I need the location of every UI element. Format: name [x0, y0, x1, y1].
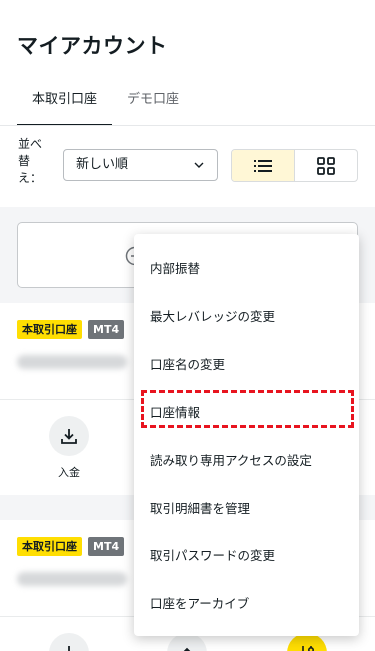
download-icon — [61, 429, 77, 444]
menu-item-rename-account[interactable]: 口座名の変更 — [150, 354, 225, 373]
chevron-down-icon — [194, 162, 204, 168]
tab-real-account[interactable]: 本取引口座 — [17, 88, 113, 126]
sliders-icon — [302, 646, 314, 651]
view-mode-toggle — [231, 149, 358, 182]
account-badges: 本取引口座 MT4 — [17, 320, 125, 339]
platform-badge: MT4 — [88, 537, 125, 556]
menu-item-archive-account[interactable]: 口座をアーカイブ — [150, 593, 249, 612]
tabs-divider — [0, 125, 375, 126]
deposit-action[interactable] — [49, 633, 89, 651]
tab-demo-account[interactable]: デモ口座 — [112, 88, 194, 126]
account-tabs: 本取引口座 デモ口座 — [17, 88, 194, 126]
menu-item-change-trading-password[interactable]: 取引パスワードの変更 — [150, 545, 275, 564]
highlight-annotation — [141, 390, 354, 428]
grid-icon — [317, 156, 335, 175]
account-badges: 本取引口座 MT4 — [17, 537, 125, 556]
deposit-button[interactable] — [49, 416, 89, 456]
account-type-badge: 本取引口座 — [17, 320, 82, 339]
menu-item-change-leverage[interactable]: 最大レバレッジの変更 — [150, 306, 275, 325]
account-number-blurred — [17, 572, 127, 586]
platform-badge: MT4 — [88, 320, 125, 339]
list-view-button[interactable] — [232, 150, 295, 181]
menu-item-read-only-access[interactable]: 読み取り専用アクセスの設定 — [150, 450, 312, 469]
deposit-button[interactable] — [49, 633, 89, 651]
sort-dropdown[interactable]: 新しい順 — [63, 149, 218, 181]
account-type-badge: 本取引口座 — [17, 537, 82, 556]
deposit-action[interactable]: 入金 — [49, 416, 89, 480]
page-header: マイアカウント 本取引口座 デモ口座 並べ替え： 新しい順 — [0, 0, 375, 207]
deposit-label: 入金 — [58, 466, 80, 479]
sort-label: 並べ替え： — [18, 137, 43, 185]
download-icon — [65, 646, 73, 651]
upload-icon — [183, 647, 191, 651]
menu-item-internal-transfer[interactable]: 内部振替 — [150, 258, 200, 277]
account-actions-menu: 内部振替 最大レバレッジの変更 口座名の変更 口座情報 読み取り専用アクセスの設… — [134, 234, 359, 636]
sort-selected-value: 新しい順 — [76, 157, 129, 172]
account-number-blurred — [17, 355, 127, 369]
grid-view-button[interactable] — [295, 150, 357, 181]
list-icon — [254, 159, 272, 172]
page-title: マイアカウント — [17, 34, 168, 58]
menu-item-manage-statements[interactable]: 取引明細書を管理 — [150, 498, 250, 517]
